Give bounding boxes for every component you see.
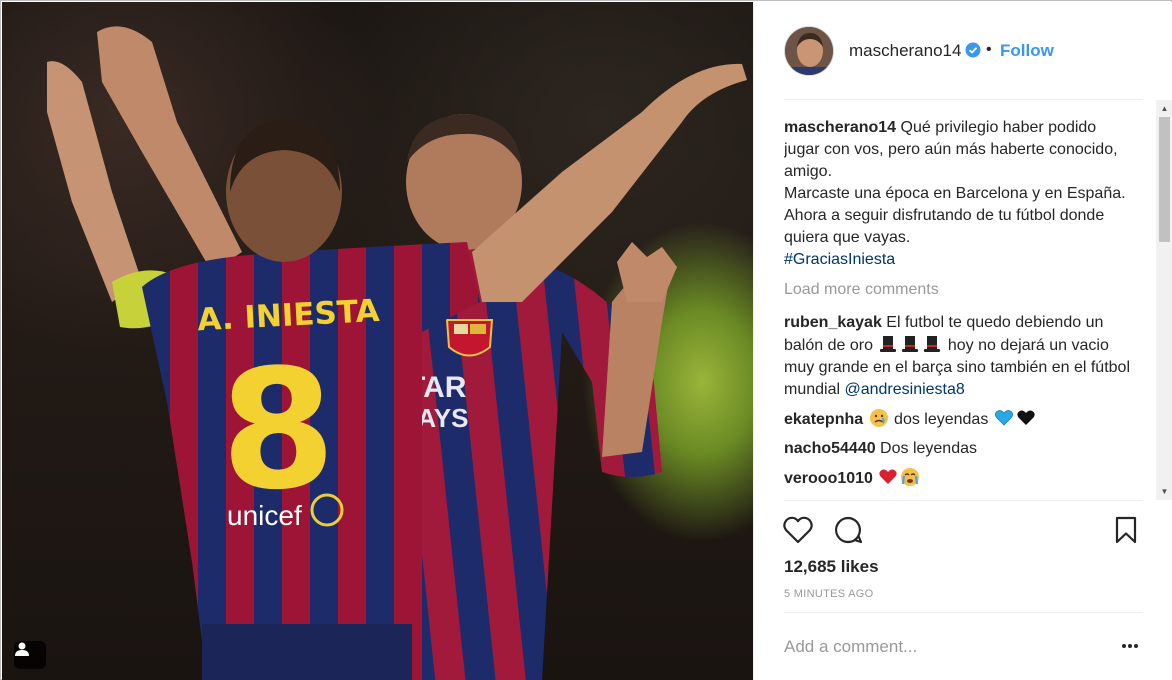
post-side-panel: mascherano14 • Follow mascherano14 Qué p… [753, 2, 1172, 680]
scroll-down-arrow-icon[interactable]: ▼ [1156, 483, 1172, 500]
comment-username[interactable]: nacho54440 [784, 440, 876, 457]
follow-button[interactable]: Follow [1000, 41, 1054, 61]
jersey-number: 8 [217, 332, 338, 528]
bookmark-icon[interactable] [1108, 512, 1144, 548]
comment-text: Dos leyendas [875, 440, 977, 457]
top-hat-icon [924, 336, 941, 352]
scroll-up-arrow-icon[interactable]: ▲ [1156, 100, 1172, 117]
photo-illustration: TAR VAYS A. INIESTA 8 unicef [47, 26, 747, 680]
blue-heart-icon [994, 410, 1013, 426]
comment-text: dos leyendas [889, 411, 993, 428]
avatar[interactable] [784, 26, 834, 76]
likes-count[interactable]: 12,685 likes [784, 557, 879, 577]
actions-divider [784, 500, 1143, 501]
post-actions [754, 512, 1172, 552]
disappointed-face-icon [869, 409, 888, 427]
comment-item: ruben_kayak El futbol te quedo debiendo … [784, 312, 1134, 401]
comment-username[interactable]: ruben_kayak [784, 314, 882, 331]
scrollbar-thumb[interactable] [1159, 117, 1170, 242]
comments-list[interactable]: mascherano14 Qué privilegio haber podido… [784, 100, 1143, 500]
tag-person-icon[interactable] [14, 641, 46, 669]
separator-dot: • [986, 41, 992, 58]
post-header: mascherano14 • Follow [754, 2, 1172, 100]
comment-item: verooo1010 [784, 467, 1134, 490]
comment-icon[interactable] [830, 512, 866, 548]
add-comment-input[interactable] [784, 634, 1114, 660]
jersey-sponsor: unicef [227, 500, 302, 531]
black-heart-icon [1017, 410, 1035, 425]
post-timestamp[interactable]: 5 MINUTES AGO [784, 588, 873, 600]
top-hat-icon [880, 336, 897, 352]
heart-icon[interactable] [780, 512, 816, 548]
top-hat-icon [902, 336, 919, 352]
header-username[interactable]: mascherano14 [849, 41, 961, 61]
comment-item: nacho54440 Dos leyendas [784, 438, 1134, 460]
comment-item: ekatepnha dos leyendas [784, 408, 1134, 431]
caption-text-2: Marcaste una época en Barcelona y en Esp… [784, 185, 1126, 246]
instagram-post: TAR VAYS A. INIESTA 8 unicef mascherano1… [0, 0, 1172, 680]
comment-username[interactable]: ekatepnha [784, 411, 863, 428]
caption-username[interactable]: mascherano14 [784, 119, 896, 136]
red-heart-icon [879, 469, 898, 484]
comment-divider [784, 612, 1143, 613]
caption-hashtag[interactable]: #GraciasIniesta [784, 251, 895, 268]
comments-scrollbar[interactable]: ▲ ▼ [1156, 100, 1172, 500]
post-photo[interactable]: TAR VAYS A. INIESTA 8 unicef [2, 2, 753, 680]
comment-mention[interactable]: @andresiniesta8 [844, 381, 964, 398]
load-more-comments-button[interactable]: Load more comments [784, 281, 939, 299]
post-caption: mascherano14 Qué privilegio haber podido… [784, 117, 1134, 271]
comment-username[interactable]: verooo1010 [784, 470, 873, 487]
more-icon[interactable] [1118, 636, 1142, 656]
verified-icon [965, 42, 981, 58]
crying-face-icon [901, 468, 920, 486]
